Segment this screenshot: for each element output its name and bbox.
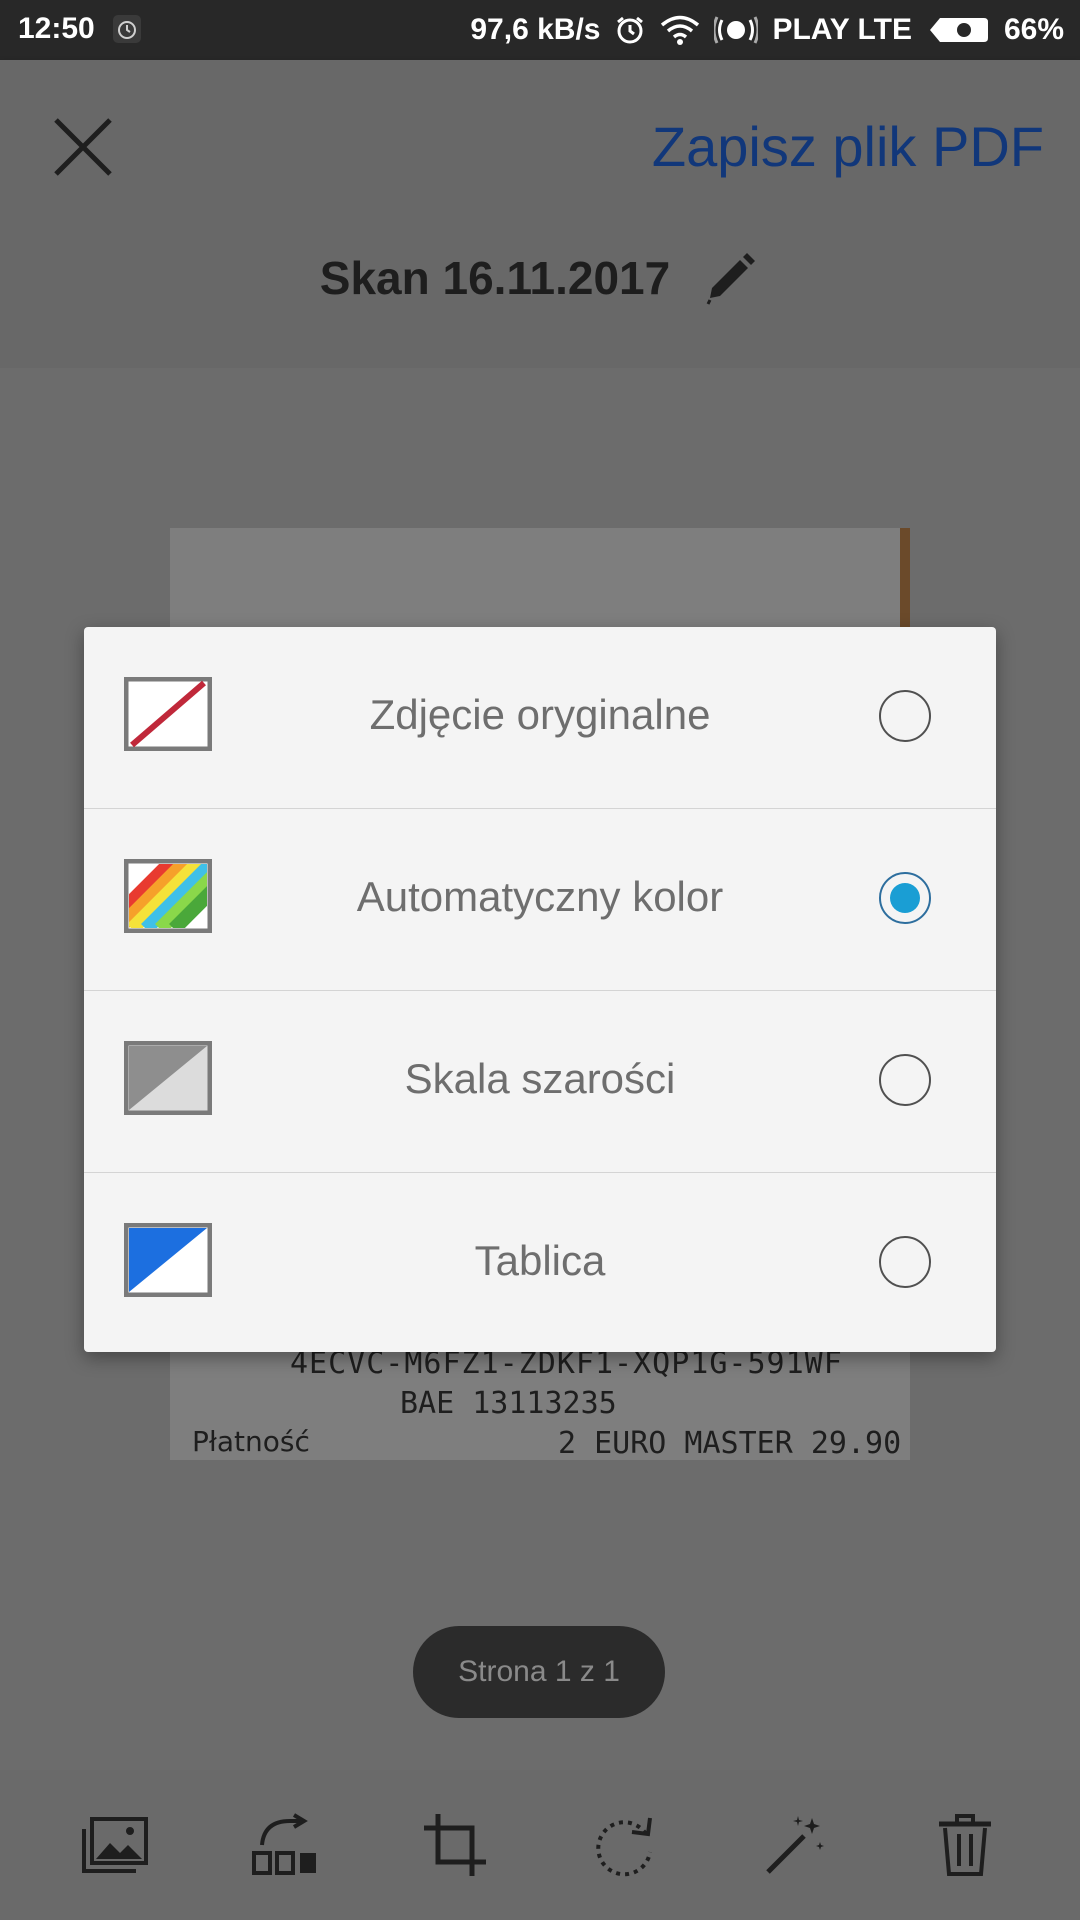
rotate-icon bbox=[596, 1817, 652, 1877]
gallery-icon bbox=[82, 1817, 148, 1873]
receipt-line: Płatność bbox=[192, 1425, 310, 1458]
status-time: 12:50 bbox=[18, 12, 95, 45]
document-title[interactable]: Skan 16.11.2017 bbox=[320, 251, 670, 305]
radio-grayscale[interactable] bbox=[879, 1054, 931, 1106]
crop-button[interactable] bbox=[415, 1805, 495, 1885]
bottom-toolbar bbox=[0, 1770, 1080, 1920]
option-label: Zdjęcie oryginalne bbox=[369, 691, 711, 738]
radio-original-photo[interactable] bbox=[879, 690, 931, 742]
receipt-line: 2 EURO MASTER 29.90 bbox=[558, 1426, 902, 1461]
wifi-icon bbox=[661, 15, 700, 45]
option-label: Tablica bbox=[474, 1237, 606, 1284]
receipt-line: BAE 13113235 bbox=[400, 1386, 617, 1421]
reorder-icon bbox=[252, 1813, 316, 1875]
rotate-button[interactable] bbox=[585, 1805, 665, 1885]
auto-color-icon bbox=[124, 859, 212, 933]
carrier-label: PLAY LTE bbox=[772, 13, 912, 46]
page-indicator: Strona 1 z 1 bbox=[413, 1626, 665, 1718]
gallery-button[interactable] bbox=[75, 1805, 155, 1885]
alarm-notification-icon bbox=[113, 15, 141, 43]
battery-percent: 66% bbox=[1003, 13, 1064, 46]
alarm-icon bbox=[617, 16, 644, 44]
document-title-row: Skan 16.11.2017 bbox=[0, 248, 1080, 308]
option-original-photo[interactable]: Zdjęcie oryginalne bbox=[84, 627, 996, 809]
magic-wand-icon bbox=[766, 1816, 824, 1874]
vibrate-icon bbox=[714, 16, 759, 44]
status-bar: 12:50 97,6 kB/s PLAY LTE 66% bbox=[0, 0, 1080, 60]
battery-icon bbox=[929, 18, 988, 42]
close-icon[interactable] bbox=[50, 114, 116, 180]
radio-auto-color[interactable] bbox=[879, 872, 931, 924]
enhance-button[interactable] bbox=[755, 1805, 835, 1885]
grayscale-icon bbox=[124, 1041, 212, 1115]
radio-whiteboard[interactable] bbox=[879, 1236, 931, 1288]
option-auto-color[interactable]: Automatyczny kolor bbox=[84, 809, 996, 991]
pencil-icon[interactable] bbox=[700, 248, 760, 308]
app-header: Zapisz plik PDF Skan 16.11.2017 bbox=[0, 60, 1080, 368]
trash-icon bbox=[939, 1814, 991, 1876]
reorder-button[interactable] bbox=[245, 1805, 325, 1885]
whiteboard-icon bbox=[124, 1223, 212, 1297]
option-whiteboard[interactable]: Tablica bbox=[84, 1173, 996, 1352]
delete-button[interactable] bbox=[925, 1805, 1005, 1885]
network-speed: 97,6 kB/s bbox=[470, 13, 601, 46]
crop-icon bbox=[424, 1814, 486, 1876]
receipt-edge bbox=[900, 528, 910, 628]
color-mode-dialog: Zdjęcie oryginalne Automatyczny kolor Sk… bbox=[84, 627, 996, 1352]
original-photo-icon bbox=[124, 677, 212, 751]
option-label: Skala szarości bbox=[404, 1055, 676, 1102]
option-grayscale[interactable]: Skala szarości bbox=[84, 991, 996, 1173]
save-pdf-button[interactable]: Zapisz plik PDF bbox=[652, 114, 1044, 179]
option-label: Automatyczny kolor bbox=[356, 873, 724, 920]
